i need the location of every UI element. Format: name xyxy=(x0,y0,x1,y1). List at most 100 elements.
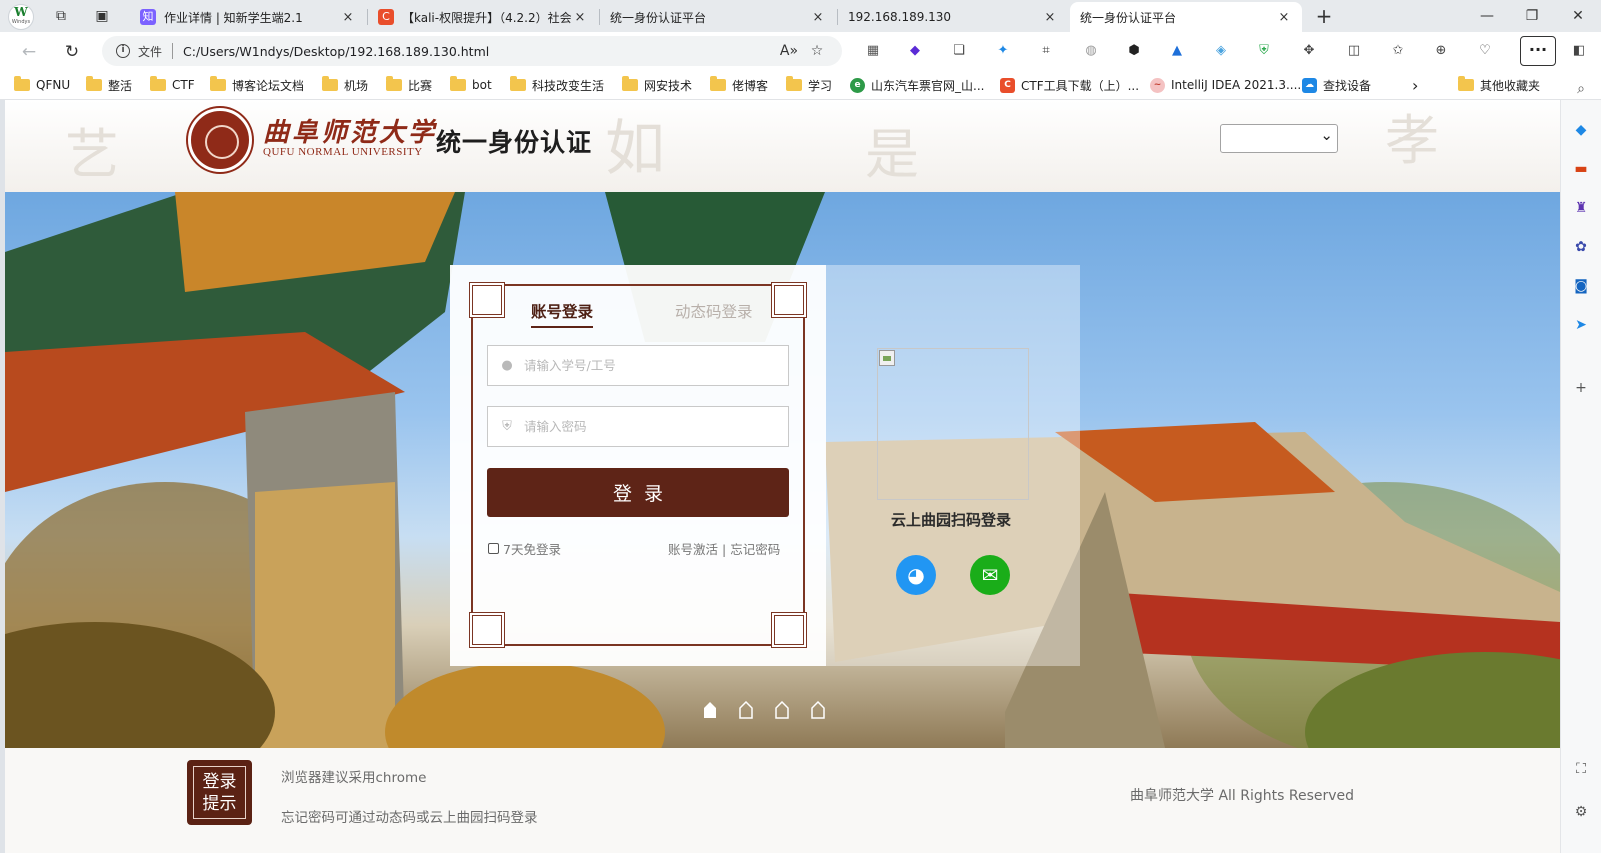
activate-account-link[interactable]: 账号激活 xyxy=(668,542,718,557)
username-field[interactable]: ● xyxy=(487,345,789,386)
carousel-dot-active[interactable] xyxy=(702,701,718,719)
games-icon[interactable]: ♜ xyxy=(1572,199,1590,217)
restore-icon[interactable]: ❐ xyxy=(1520,6,1544,26)
frame-corner xyxy=(771,282,807,318)
bookmark-label: CTF工具下载（上）... xyxy=(1021,78,1140,93)
new-tab-button[interactable]: + xyxy=(1312,5,1336,29)
bookmark-site[interactable]: C CTF工具下载（上）... xyxy=(1000,76,1139,94)
bookmarks-more-chevron-icon[interactable]: › xyxy=(1412,76,1418,95)
tab-ip[interactable]: 192.168.189.130 × xyxy=(838,2,1068,115)
bookmark-folder[interactable]: 整活 xyxy=(86,76,132,94)
profile-initial: W xyxy=(14,5,28,19)
minimize-icon[interactable]: — xyxy=(1475,6,1499,26)
folder-icon xyxy=(386,76,402,91)
favorite-star-icon[interactable]: ☆ xyxy=(806,43,828,59)
bookmark-folder-other[interactable]: 其他收藏夹 xyxy=(1458,76,1540,94)
tab-kali[interactable]: C 【kali-权限提升】（4.2.2）社会工 × xyxy=(368,2,598,32)
calligraphy-decoration: 艺 xyxy=(65,123,119,186)
password-input[interactable] xyxy=(524,419,774,434)
screenshot-icon[interactable]: ⌗ xyxy=(1037,42,1055,60)
csdn-icon: C xyxy=(1000,77,1015,93)
bookmark-folder[interactable]: 博客论坛文档 xyxy=(210,76,304,94)
bookmark-label: 山东汽车票官网_山... xyxy=(871,78,985,93)
bookmark-folder[interactable]: CTF xyxy=(150,76,195,94)
bookmark-folder[interactable]: 佬博客 xyxy=(710,76,768,94)
settings-menu-button[interactable]: ··· xyxy=(1520,36,1556,66)
bookmark-site[interactable]: ☁ 查找设备 xyxy=(1302,76,1371,94)
carousel-dot[interactable] xyxy=(774,701,790,719)
tag-icon[interactable]: ◆ xyxy=(1572,121,1590,139)
info-icon[interactable]: i xyxy=(116,44,130,58)
link-separator: | xyxy=(722,542,727,557)
profile-name: Windys xyxy=(11,19,31,25)
wechat-login-icon[interactable]: ✉ xyxy=(970,555,1010,595)
performance-icon[interactable]: ♡ xyxy=(1476,42,1494,60)
bookmark-folder[interactable]: 学习 xyxy=(786,76,832,94)
tab-close-icon[interactable]: × xyxy=(340,10,356,25)
qq-login-icon[interactable]: ◕ xyxy=(896,555,936,595)
folder-icon xyxy=(210,76,226,91)
tab-homework[interactable]: 知 作业详情 | 知新学生端2.1 × xyxy=(130,2,366,32)
toolbox-icon[interactable]: ▬ xyxy=(1572,160,1590,178)
add-icon[interactable]: + xyxy=(1572,379,1590,397)
bookmark-folder[interactable]: 科技改变生活 xyxy=(510,76,604,94)
tab-account-login[interactable]: 账号登录 xyxy=(531,300,594,328)
bookmark-folder[interactable]: 网安技术 xyxy=(622,76,692,94)
outlook-icon[interactable]: ◙ xyxy=(1572,277,1590,295)
carousel-dot[interactable] xyxy=(810,701,826,719)
extension-icon[interactable]: ◈ xyxy=(1212,42,1230,60)
tab-close-icon[interactable]: × xyxy=(810,10,826,25)
copilot-icon[interactable]: ✿ xyxy=(1572,238,1590,256)
carousel-dot[interactable] xyxy=(738,701,754,719)
favorites-icon[interactable]: ✩ xyxy=(1389,42,1407,60)
remember-me[interactable]: 7天免登录 xyxy=(488,539,561,558)
shield-icon[interactable]: ⛨ xyxy=(1255,42,1273,60)
extension-icon[interactable]: ❏ xyxy=(950,42,968,60)
sidebar-toggle-icon[interactable]: ◧ xyxy=(1570,42,1588,60)
bookmark-folder[interactable]: 比赛 xyxy=(386,76,432,94)
password-field[interactable]: ⛨ xyxy=(487,406,789,447)
bookmark-label: bot xyxy=(472,78,492,92)
extension-icon[interactable]: ◆ xyxy=(906,42,924,60)
tab-auth-1[interactable]: 统一身份认证平台 × xyxy=(600,2,836,115)
send-icon[interactable]: ➤ xyxy=(1572,316,1590,334)
login-button[interactable]: 登录 xyxy=(487,468,789,517)
window-close-icon[interactable]: ✕ xyxy=(1566,6,1590,26)
tab-auth-active[interactable]: 统一身份认证平台 × xyxy=(1070,2,1302,115)
remember-checkbox[interactable] xyxy=(488,543,499,554)
read-aloud-icon[interactable]: A» xyxy=(778,43,800,59)
tab-otp-login[interactable]: 动态码登录 xyxy=(675,300,753,322)
extensions-puzzle-icon[interactable]: ✥ xyxy=(1300,42,1318,60)
bookmarks-bar: QFNU 整活 CTF 博客论坛文档 机场 比赛 bot 科技改变生活 网安技术… xyxy=(0,70,1601,100)
tab-close-icon[interactable]: × xyxy=(1276,10,1292,25)
search-icon[interactable]: ⌕ xyxy=(1572,80,1590,98)
refresh-icon[interactable]: ↻ xyxy=(61,41,83,63)
bookmark-folder[interactable]: QFNU xyxy=(14,76,70,94)
bookmark-site[interactable]: ~ IntelliJ IDEA 2021.3.... xyxy=(1150,76,1301,94)
extension-icon[interactable]: ▦ xyxy=(864,42,882,60)
url-text[interactable]: C:/Users/W1ndys/Desktop/192.168.189.130.… xyxy=(183,44,772,59)
bookmark-site[interactable]: e 山东汽车票官网_山... xyxy=(850,76,984,94)
back-icon[interactable]: ← xyxy=(18,41,40,63)
extension-icon[interactable]: ◍ xyxy=(1082,42,1100,60)
bookmark-folder[interactable]: 机场 xyxy=(322,76,368,94)
workspaces-icon[interactable]: ⧉ xyxy=(52,7,70,25)
collections-icon[interactable]: ⊕ xyxy=(1432,42,1450,60)
forgot-password-link[interactable]: 忘记密码 xyxy=(730,542,780,557)
qr-code-image xyxy=(877,348,1029,500)
extension-icon[interactable]: ⬢ xyxy=(1125,42,1143,60)
vertical-tabs-icon[interactable]: ▣ xyxy=(93,7,111,25)
username-input[interactable] xyxy=(524,358,774,373)
language-select[interactable] xyxy=(1220,124,1338,153)
bookmark-label: 整活 xyxy=(108,78,133,93)
extension-icon[interactable]: ▲ xyxy=(1168,42,1186,60)
bookmark-folder[interactable]: bot xyxy=(450,76,492,94)
settings-gear-icon[interactable]: ⚙ xyxy=(1572,803,1590,821)
screenshot-icon[interactable]: ⛶ xyxy=(1572,760,1590,778)
extension-icon[interactable]: ✦ xyxy=(994,42,1012,60)
profile-avatar[interactable]: W Windys xyxy=(8,4,34,30)
address-bar[interactable]: i 文件 C:/Users/W1ndys/Desktop/192.168.189… xyxy=(102,36,842,66)
tab-close-icon[interactable]: × xyxy=(1042,10,1058,25)
tab-close-icon[interactable]: × xyxy=(572,10,588,25)
split-screen-icon[interactable]: ◫ xyxy=(1345,42,1363,60)
